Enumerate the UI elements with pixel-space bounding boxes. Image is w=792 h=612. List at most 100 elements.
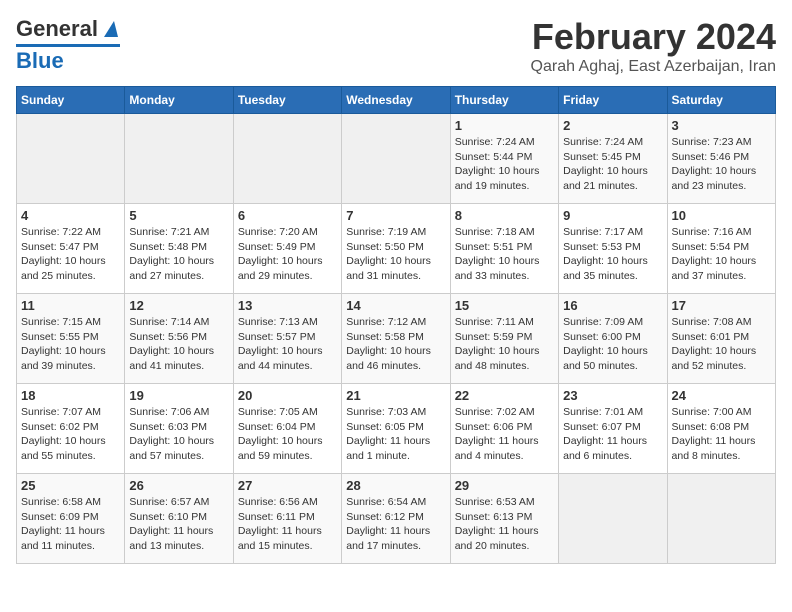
- page-header: General Blue February 2024 Qarah Aghaj, …: [16, 16, 776, 76]
- day-number: 21: [346, 388, 445, 403]
- calendar-cell: 13Sunrise: 7:13 AMSunset: 5:57 PMDayligh…: [233, 294, 341, 384]
- day-number: 28: [346, 478, 445, 493]
- day-detail: Sunrise: 7:21 AMSunset: 5:48 PMDaylight:…: [129, 225, 228, 284]
- day-detail: Sunrise: 6:56 AMSunset: 6:11 PMDaylight:…: [238, 495, 337, 554]
- day-detail: Sunrise: 7:09 AMSunset: 6:00 PMDaylight:…: [563, 315, 662, 374]
- day-number: 8: [455, 208, 554, 223]
- day-number: 16: [563, 298, 662, 313]
- calendar-cell: 26 Sunrise: 6:57 AMSunset: 6:10 PMDayligh…: [125, 474, 233, 564]
- day-number: 4: [21, 208, 120, 223]
- day-detail: Sunrise: 7:08 AMSunset: 6:01 PMDaylight:…: [672, 315, 771, 374]
- day-detail: Sunrise: 7:00 AMSunset: 6:08 PMDaylight:…: [672, 405, 771, 464]
- day-detail: Sunrise: 7:07 AMSunset: 6:02 PMDaylight:…: [21, 405, 120, 464]
- day-detail: Sunrise: 7:19 AMSunset: 5:50 PMDaylight:…: [346, 225, 445, 284]
- logo: General Blue: [16, 16, 120, 74]
- day-number: 15: [455, 298, 554, 313]
- logo-arrow-icon: [100, 19, 120, 39]
- day-number: 26: [129, 478, 228, 493]
- calendar-header: SundayMondayTuesdayWednesdayThursdayFrid…: [17, 87, 776, 114]
- calendar-cell: 11 Sunrise: 7:15 AMSunset: 5:55 PMDayligh…: [17, 294, 125, 384]
- day-number: 29: [455, 478, 554, 493]
- day-detail: Sunrise: 7:22 AMSunset: 5:47 PMDaylight:…: [21, 225, 120, 284]
- calendar-cell: 24Sunrise: 7:00 AMSunset: 6:08 PMDayligh…: [667, 384, 775, 474]
- day-detail: Sunrise: 7:06 AMSunset: 6:03 PMDaylight:…: [129, 405, 228, 464]
- day-number: 17: [672, 298, 771, 313]
- header-day-tuesday: Tuesday: [233, 87, 341, 114]
- day-detail: Sunrise: 6:58 AMSunset: 6:09 PMDaylight:…: [21, 495, 120, 554]
- day-detail: Sunrise: 7:16 AMSunset: 5:54 PMDaylight:…: [672, 225, 771, 284]
- calendar-cell: 7Sunrise: 7:19 AMSunset: 5:50 PMDaylight…: [342, 204, 450, 294]
- calendar-cell: 17 Sunrise: 7:08 AMSunset: 6:01 PMDayligh…: [667, 294, 775, 384]
- day-number: 27: [238, 478, 337, 493]
- calendar-cell: 18 Sunrise: 7:07 AMSunset: 6:02 PMDayligh…: [17, 384, 125, 474]
- day-detail: Sunrise: 7:14 AMSunset: 5:56 PMDaylight:…: [129, 315, 228, 374]
- day-detail: Sunrise: 7:15 AMSunset: 5:55 PMDaylight:…: [21, 315, 120, 374]
- calendar-table: SundayMondayTuesdayWednesdayThursdayFrid…: [16, 86, 776, 564]
- calendar-cell: 5Sunrise: 7:21 AMSunset: 5:48 PMDaylight…: [125, 204, 233, 294]
- day-number: 20: [238, 388, 337, 403]
- day-detail: Sunrise: 7:18 AMSunset: 5:51 PMDaylight:…: [455, 225, 554, 284]
- calendar-cell: 9 Sunrise: 7:17 AMSunset: 5:53 PMDaylight…: [559, 204, 667, 294]
- day-number: 18: [21, 388, 120, 403]
- day-detail: Sunrise: 7:05 AMSunset: 6:04 PMDaylight:…: [238, 405, 337, 464]
- day-number: 1: [455, 118, 554, 133]
- calendar-cell: 16 Sunrise: 7:09 AMSunset: 6:00 PMDayligh…: [559, 294, 667, 384]
- week-row-2: 4 Sunrise: 7:22 AMSunset: 5:47 PMDaylight…: [17, 204, 776, 294]
- calendar-cell: 27 Sunrise: 6:56 AMSunset: 6:11 PMDayligh…: [233, 474, 341, 564]
- calendar-cell: 28 Sunrise: 6:54 AMSunset: 6:12 PMDayligh…: [342, 474, 450, 564]
- day-number: 13: [238, 298, 337, 313]
- day-number: 6: [238, 208, 337, 223]
- week-row-5: 25 Sunrise: 6:58 AMSunset: 6:09 PMDayligh…: [17, 474, 776, 564]
- calendar-cell: 20 Sunrise: 7:05 AMSunset: 6:04 PMDayligh…: [233, 384, 341, 474]
- calendar-cell: 14Sunrise: 7:12 AMSunset: 5:58 PMDayligh…: [342, 294, 450, 384]
- day-number: 3: [672, 118, 771, 133]
- calendar-cell: [17, 114, 125, 204]
- week-row-1: 1 Sunrise: 7:24 AMSunset: 5:44 PMDaylight…: [17, 114, 776, 204]
- calendar-cell: 23Sunrise: 7:01 AMSunset: 6:07 PMDayligh…: [559, 384, 667, 474]
- day-number: 2: [563, 118, 662, 133]
- day-detail: Sunrise: 7:24 AMSunset: 5:45 PMDaylight:…: [563, 135, 662, 194]
- calendar-cell: 12 Sunrise: 7:14 AMSunset: 5:56 PMDayligh…: [125, 294, 233, 384]
- day-detail: Sunrise: 6:53 AMSunset: 6:13 PMDaylight:…: [455, 495, 554, 554]
- calendar-cell: [233, 114, 341, 204]
- calendar-cell: 19Sunrise: 7:06 AMSunset: 6:03 PMDayligh…: [125, 384, 233, 474]
- header-day-monday: Monday: [125, 87, 233, 114]
- calendar-cell: 4 Sunrise: 7:22 AMSunset: 5:47 PMDaylight…: [17, 204, 125, 294]
- day-detail: Sunrise: 6:57 AMSunset: 6:10 PMDaylight:…: [129, 495, 228, 554]
- header-day-wednesday: Wednesday: [342, 87, 450, 114]
- day-number: 11: [21, 298, 120, 313]
- day-number: 22: [455, 388, 554, 403]
- day-detail: Sunrise: 7:12 AMSunset: 5:58 PMDaylight:…: [346, 315, 445, 374]
- day-detail: Sunrise: 7:23 AMSunset: 5:46 PMDaylight:…: [672, 135, 771, 194]
- week-row-3: 11 Sunrise: 7:15 AMSunset: 5:55 PMDayligh…: [17, 294, 776, 384]
- calendar-cell: 22 Sunrise: 7:02 AMSunset: 6:06 PMDayligh…: [450, 384, 558, 474]
- calendar-cell: 6 Sunrise: 7:20 AMSunset: 5:49 PMDaylight…: [233, 204, 341, 294]
- calendar-cell: 8 Sunrise: 7:18 AMSunset: 5:51 PMDaylight…: [450, 204, 558, 294]
- day-detail: Sunrise: 7:03 AMSunset: 6:05 PMDaylight:…: [346, 405, 445, 464]
- day-detail: Sunrise: 7:20 AMSunset: 5:49 PMDaylight:…: [238, 225, 337, 284]
- day-number: 25: [21, 478, 120, 493]
- calendar-cell: 3 Sunrise: 7:23 AMSunset: 5:46 PMDaylight…: [667, 114, 775, 204]
- calendar-cell: [125, 114, 233, 204]
- week-row-4: 18 Sunrise: 7:07 AMSunset: 6:02 PMDayligh…: [17, 384, 776, 474]
- day-number: 9: [563, 208, 662, 223]
- day-detail: Sunrise: 7:24 AMSunset: 5:44 PMDaylight:…: [455, 135, 554, 194]
- day-detail: Sunrise: 7:17 AMSunset: 5:53 PMDaylight:…: [563, 225, 662, 284]
- calendar-cell: 25 Sunrise: 6:58 AMSunset: 6:09 PMDayligh…: [17, 474, 125, 564]
- calendar-cell: 15 Sunrise: 7:11 AMSunset: 5:59 PMDayligh…: [450, 294, 558, 384]
- day-detail: Sunrise: 7:11 AMSunset: 5:59 PMDaylight:…: [455, 315, 554, 374]
- calendar-cell: [667, 474, 775, 564]
- calendar-body: 1 Sunrise: 7:24 AMSunset: 5:44 PMDaylight…: [17, 114, 776, 564]
- logo-blue: Blue: [16, 48, 64, 74]
- header-day-sunday: Sunday: [17, 87, 125, 114]
- header-day-thursday: Thursday: [450, 87, 558, 114]
- title-block: February 2024 Qarah Aghaj, East Azerbaij…: [531, 16, 776, 76]
- logo-general: General: [16, 16, 98, 42]
- day-number: 12: [129, 298, 228, 313]
- calendar-cell: 2 Sunrise: 7:24 AMSunset: 5:45 PMDaylight…: [559, 114, 667, 204]
- day-detail: Sunrise: 7:02 AMSunset: 6:06 PMDaylight:…: [455, 405, 554, 464]
- day-detail: Sunrise: 6:54 AMSunset: 6:12 PMDaylight:…: [346, 495, 445, 554]
- logo-divider: [16, 44, 120, 47]
- calendar-cell: 1 Sunrise: 7:24 AMSunset: 5:44 PMDaylight…: [450, 114, 558, 204]
- header-row: SundayMondayTuesdayWednesdayThursdayFrid…: [17, 87, 776, 114]
